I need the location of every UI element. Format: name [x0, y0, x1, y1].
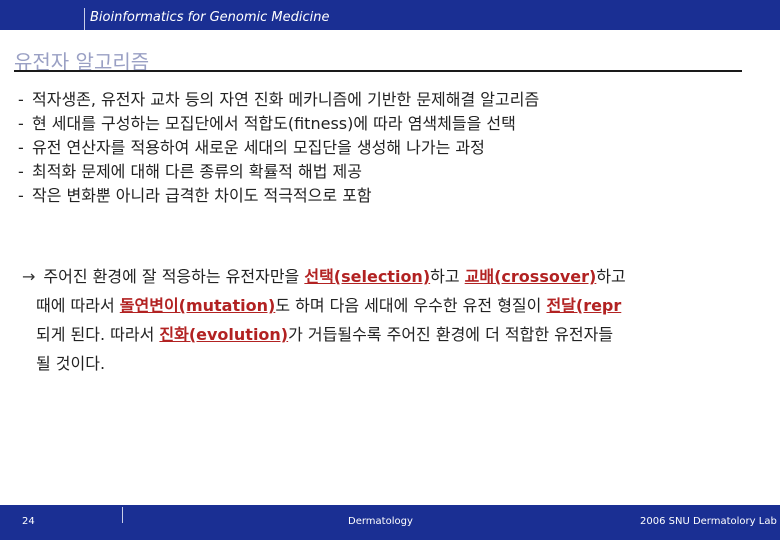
bullet-text: 유전 연산자를 적용하여 새로운 세대의 모집단을 생성해 나가는 과정	[32, 138, 485, 157]
bullet-marker: -	[18, 162, 24, 181]
bullet-marker: -	[18, 90, 24, 109]
footer-divider	[122, 507, 123, 523]
bullet-text: 적자생존, 유전자 교차 등의 자연 진화 메카니즘에 기반한 문제해결 알고리…	[32, 90, 540, 109]
footer-bar: 24 Dermatology 2006 SNU Dermatolory Lab	[0, 505, 780, 540]
summary-paragraph: → 주어진 환경에 잘 적응하는 유전자만을 선택(selection)하고 교배…	[22, 262, 780, 378]
paragraph-text: 하고	[596, 267, 626, 286]
footer-lab: 2006 SNU Dermatolory Lab	[640, 516, 777, 527]
paragraph-text: 주어진 환경에 잘 적응하는 유전자만을	[43, 267, 305, 286]
paragraph-text: 가 거듭될수록 주어진 환경에 더 적합한 유전자들	[288, 325, 614, 344]
paragraph-line: 되게 된다. 따라서 진화(evolution)가 거듭될수록 주어진 환경에 …	[22, 320, 780, 349]
bullet-item: - 최적화 문제에 대해 다른 종류의 확률적 해법 제공	[18, 160, 768, 184]
bullet-marker: -	[18, 138, 24, 157]
selection-term: 선택(selection)	[304, 267, 431, 286]
bullet-list: - 적자생존, 유전자 교차 등의 자연 진화 메카니즘에 기반한 문제해결 알고…	[18, 88, 768, 208]
paragraph-text: 하고	[430, 267, 465, 286]
mutation-term: 돌연변이(mutation)	[119, 296, 276, 315]
title-underline	[14, 70, 742, 72]
bullet-item: - 작은 변화뿐 아니라 급격한 차이도 적극적으로 포함	[18, 184, 768, 208]
bullet-text: 최적화 문제에 대해 다른 종류의 확률적 해법 제공	[32, 162, 363, 181]
arrow-icon: →	[22, 267, 36, 286]
paragraph-text: 도 하며 다음 세대에 우수한 유전 형질이	[275, 296, 547, 315]
page-number: 24	[22, 516, 35, 527]
bullet-text: 작은 변화뿐 아니라 급격한 차이도 적극적으로 포함	[32, 186, 372, 205]
bullet-item: - 적자생존, 유전자 교차 등의 자연 진화 메카니즘에 기반한 문제해결 알고…	[18, 88, 768, 112]
evolution-term: 진화(evolution)	[159, 325, 289, 344]
bullet-text: 현 세대를 구성하는 모집단에서 적합도(fitness)에 따라 염색체들을 …	[32, 114, 516, 133]
paragraph-line: → 주어진 환경에 잘 적응하는 유전자만을 선택(selection)하고 교배…	[22, 262, 780, 291]
bullet-item: - 유전 연산자를 적용하여 새로운 세대의 모집단을 생성해 나가는 과정	[18, 136, 768, 160]
bullet-item: -현 세대를 구성하는 모집단에서 적합도(fitness)에 따라 염색체들을…	[18, 112, 768, 136]
header-title: Bioinformatics for Genomic Medicine	[90, 10, 330, 25]
bullet-marker: -	[18, 186, 24, 205]
paragraph-line: 될 것이다.	[36, 354, 106, 373]
bullet-marker: -	[18, 114, 24, 133]
crossover-term: 교배(crossover)	[464, 267, 597, 286]
footer-department: Dermatology	[348, 516, 413, 527]
reproduction-term: 전달(repr	[546, 296, 622, 315]
paragraph-text: 되게 된다. 따라서	[36, 325, 160, 344]
paragraph-line: 때에 따라서 돌연변이(mutation)도 하며 다음 세대에 우수한 유전 …	[22, 291, 780, 320]
header-bar: Bioinformatics for Genomic Medicine	[0, 0, 780, 30]
paragraph-text: 때에 따라서	[36, 296, 120, 315]
header-divider	[84, 8, 85, 30]
